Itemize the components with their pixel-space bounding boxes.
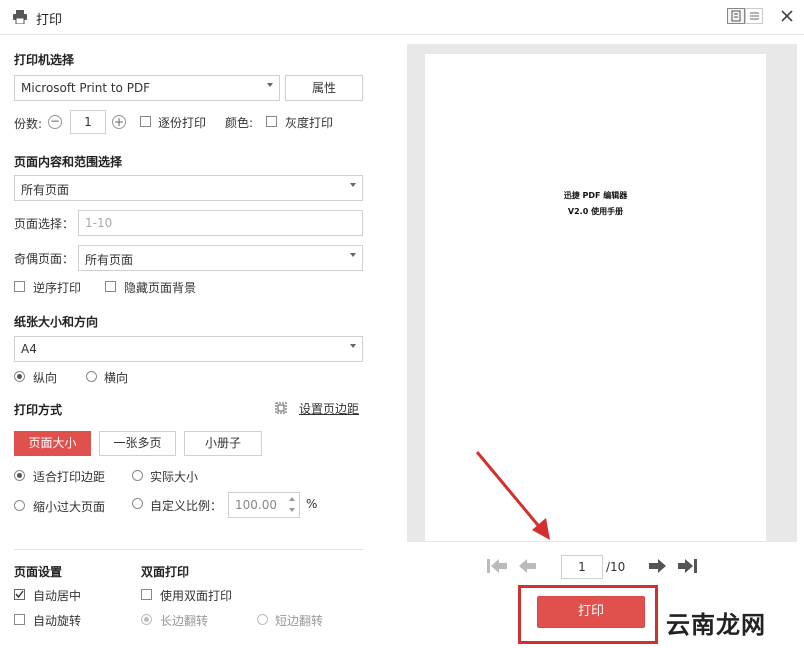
portrait-label: 纵向: [33, 371, 58, 385]
title-bar: 打印: [0, 0, 804, 35]
shrink-label: 缩小过大页面: [33, 500, 106, 514]
odd-even-value: 所有页面: [85, 253, 134, 267]
auto-rotate-label: 自动旋转: [33, 614, 82, 628]
total-pages: /10: [606, 560, 626, 574]
short-edge-radio[interactable]: [257, 614, 268, 625]
paper-size-select[interactable]: A4: [14, 336, 363, 362]
preview-line-1: 迅捷 PDF 编辑器: [563, 191, 628, 200]
properties-button[interactable]: 属性: [285, 75, 363, 101]
collate-checkbox[interactable]: [140, 116, 151, 127]
current-page-input[interactable]: 1: [561, 555, 603, 579]
landscape-label: 横向: [104, 371, 129, 385]
close-icon[interactable]: [780, 9, 794, 23]
use-duplex-checkbox[interactable]: [141, 589, 152, 600]
single-page-view-icon[interactable]: [727, 8, 745, 24]
actual-size-label: 实际大小: [150, 470, 199, 484]
fit-margin-label: 适合打印边距: [33, 470, 106, 484]
chevron-down-icon: [350, 344, 356, 348]
fit-margin-radio[interactable]: [14, 470, 25, 481]
preview-line-2: V2.0 使用手册: [567, 207, 624, 216]
plus-icon[interactable]: +: [112, 115, 126, 129]
custom-scale-radio[interactable]: [132, 498, 143, 509]
divider: [14, 549, 364, 550]
next-page-icon[interactable]: [647, 557, 667, 578]
paper-size-value: A4: [21, 342, 37, 356]
chevron-down-icon: [267, 83, 273, 87]
odd-even-select[interactable]: 所有页面: [78, 245, 363, 271]
hide-background-label: 隐藏页面背景: [124, 281, 197, 295]
first-page-icon[interactable]: [486, 557, 508, 579]
scale-input[interactable]: 100.00: [228, 492, 300, 518]
copies-input[interactable]: 1: [70, 110, 106, 134]
chevron-up-icon[interactable]: [289, 497, 295, 501]
printer-icon: [12, 10, 28, 25]
mode-section-title: 打印方式: [14, 403, 63, 417]
paper-section-title: 纸张大小和方向: [14, 315, 99, 329]
page-content-select[interactable]: 所有页面: [14, 175, 363, 201]
scale-value: 100.00: [235, 498, 277, 512]
odd-even-label: 奇偶页面：: [14, 252, 75, 266]
printer-section-title: 打印机选择: [14, 53, 75, 67]
landscape-radio[interactable]: [86, 371, 97, 382]
long-edge-radio[interactable]: [141, 614, 152, 625]
printer-select-value: Microsoft Print to PDF: [21, 81, 151, 95]
reverse-checkbox[interactable]: [14, 281, 25, 292]
tab-booklet[interactable]: 小册子: [184, 431, 262, 456]
annotation-arrow: [470, 448, 560, 551]
prev-page-icon[interactable]: [518, 557, 538, 579]
last-page-icon[interactable]: [677, 557, 699, 578]
scale-unit: %: [306, 497, 318, 511]
collate-label: 逐份打印: [158, 116, 207, 130]
custom-scale-label: 自定义比例：: [150, 499, 223, 513]
grayscale-label: 灰度打印: [285, 116, 334, 130]
reverse-label: 逆序打印: [33, 281, 82, 295]
tab-page-size[interactable]: 页面大小: [14, 431, 91, 456]
actual-size-radio[interactable]: [132, 470, 143, 481]
shrink-radio[interactable]: [14, 500, 25, 511]
chevron-down-icon[interactable]: [289, 508, 295, 512]
chevron-down-icon: [350, 183, 356, 187]
portrait-radio[interactable]: [14, 371, 25, 382]
page-content-value: 所有页面: [21, 183, 70, 197]
short-edge-label: 短边翻转: [275, 614, 324, 628]
list-view-icon[interactable]: [745, 8, 763, 24]
use-duplex-label: 使用双面打印: [160, 589, 233, 603]
grayscale-checkbox[interactable]: [266, 116, 277, 127]
page-select-placeholder: 1-10: [85, 216, 113, 230]
minus-icon[interactable]: −: [48, 115, 62, 129]
page-settings-title: 页面设置: [14, 565, 63, 579]
set-margin-link[interactable]: 设置页边距: [299, 400, 359, 417]
check-icon: [15, 590, 24, 599]
color-label: 颜色:: [225, 116, 254, 130]
margin-icon: [274, 401, 288, 415]
copies-label: 份数:: [14, 117, 43, 131]
printer-select[interactable]: Microsoft Print to PDF: [14, 75, 280, 101]
tab-multi-page[interactable]: 一张多页: [99, 431, 176, 456]
chevron-down-icon: [350, 253, 356, 257]
auto-center-checkbox[interactable]: [14, 589, 25, 600]
range-section-title: 页面内容和范围选择: [14, 155, 123, 169]
long-edge-label: 长边翻转: [160, 614, 209, 628]
page-select-label: 页面选择：: [14, 217, 75, 231]
print-button[interactable]: 打印: [537, 596, 645, 628]
window-title: 打印: [36, 13, 63, 28]
hide-background-checkbox[interactable]: [105, 281, 116, 292]
watermark-text: 云南龙网: [666, 611, 766, 639]
page-select-input[interactable]: 1-10: [78, 210, 363, 236]
auto-rotate-checkbox[interactable]: [14, 614, 25, 625]
auto-center-label: 自动居中: [33, 589, 82, 603]
duplex-title: 双面打印: [141, 565, 190, 579]
